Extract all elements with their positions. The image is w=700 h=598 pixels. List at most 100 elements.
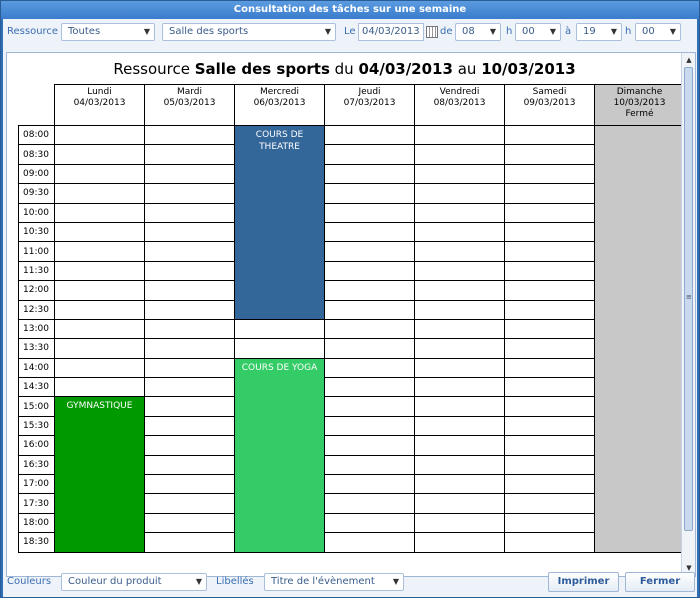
time-slot-cell[interactable] bbox=[324, 357, 415, 379]
time-slot-cell[interactable] bbox=[414, 474, 505, 495]
time-slot-cell[interactable] bbox=[504, 318, 595, 340]
time-slot-cell[interactable] bbox=[504, 493, 595, 514]
event-block[interactable]: GYMNASTIQUE bbox=[54, 396, 145, 553]
start-hour-select[interactable]: 08 ▼ bbox=[455, 23, 501, 41]
time-slot-cell[interactable] bbox=[414, 260, 505, 282]
couleurs-select[interactable]: Couleur du produit ▼ bbox=[61, 573, 207, 591]
time-slot-cell[interactable] bbox=[144, 280, 235, 301]
time-slot-cell[interactable] bbox=[324, 299, 415, 320]
time-slot-cell[interactable] bbox=[504, 415, 595, 437]
calendar-icon[interactable] bbox=[426, 26, 438, 38]
time-slot-cell[interactable] bbox=[54, 299, 145, 320]
time-slot-cell[interactable] bbox=[414, 512, 505, 534]
time-slot-cell[interactable] bbox=[54, 163, 145, 185]
time-slot-cell[interactable] bbox=[414, 377, 505, 398]
time-slot-cell[interactable] bbox=[54, 338, 145, 359]
time-slot-cell[interactable] bbox=[414, 124, 505, 146]
time-slot-cell[interactable] bbox=[414, 221, 505, 243]
time-slot-cell[interactable] bbox=[144, 241, 235, 262]
time-slot-cell[interactable] bbox=[144, 299, 235, 320]
time-slot-cell[interactable] bbox=[504, 163, 595, 185]
time-slot-cell[interactable] bbox=[414, 280, 505, 301]
time-slot-cell[interactable] bbox=[414, 493, 505, 514]
time-slot-cell[interactable] bbox=[54, 221, 145, 243]
time-slot-cell[interactable] bbox=[414, 144, 505, 165]
time-slot-cell[interactable] bbox=[324, 435, 415, 456]
time-slot-cell[interactable] bbox=[324, 221, 415, 243]
time-slot-cell[interactable] bbox=[54, 241, 145, 262]
time-slot-cell[interactable] bbox=[324, 163, 415, 185]
start-minute-select[interactable]: 00 ▼ bbox=[515, 23, 561, 41]
time-slot-cell[interactable] bbox=[144, 124, 235, 146]
time-slot-cell[interactable] bbox=[504, 512, 595, 534]
time-slot-cell[interactable] bbox=[54, 144, 145, 165]
time-slot-cell[interactable] bbox=[414, 357, 505, 379]
time-slot-cell[interactable] bbox=[144, 318, 235, 340]
time-slot-cell[interactable] bbox=[504, 299, 595, 320]
time-slot-cell[interactable] bbox=[504, 144, 595, 165]
time-slot-cell[interactable] bbox=[144, 415, 235, 437]
libelles-select[interactable]: Titre de l'évènement ▼ bbox=[264, 573, 404, 591]
print-button[interactable]: Imprimer bbox=[548, 572, 619, 592]
time-slot-cell[interactable] bbox=[144, 493, 235, 514]
time-slot-cell[interactable] bbox=[414, 318, 505, 340]
time-slot-cell[interactable] bbox=[414, 202, 505, 223]
time-slot-cell[interactable] bbox=[414, 454, 505, 476]
time-slot-cell[interactable] bbox=[54, 260, 145, 282]
time-slot-cell[interactable] bbox=[324, 532, 415, 553]
time-slot-cell[interactable] bbox=[324, 124, 415, 146]
time-slot-cell[interactable] bbox=[414, 241, 505, 262]
time-slot-cell[interactable] bbox=[504, 183, 595, 204]
time-slot-cell[interactable] bbox=[414, 299, 505, 320]
time-slot-cell[interactable] bbox=[504, 532, 595, 553]
vertical-scrollbar[interactable]: ▲ ≡ ▼ bbox=[681, 53, 695, 576]
time-slot-cell[interactable] bbox=[504, 260, 595, 282]
time-slot-cell[interactable] bbox=[144, 377, 235, 398]
time-slot-cell[interactable] bbox=[414, 532, 505, 553]
time-slot-cell[interactable] bbox=[324, 318, 415, 340]
time-slot-cell[interactable] bbox=[144, 474, 235, 495]
time-slot-cell[interactable] bbox=[414, 338, 505, 359]
time-slot-cell[interactable] bbox=[324, 241, 415, 262]
time-slot-cell[interactable] bbox=[54, 280, 145, 301]
time-slot-cell[interactable] bbox=[144, 435, 235, 456]
time-slot-cell[interactable] bbox=[504, 124, 595, 146]
time-slot-cell[interactable] bbox=[234, 338, 325, 359]
time-slot-cell[interactable] bbox=[54, 124, 145, 146]
time-slot-cell[interactable] bbox=[144, 532, 235, 553]
scrollbar-thumb[interactable]: ≡ bbox=[684, 67, 693, 531]
ressource-type-select[interactable]: Toutes ▼ bbox=[61, 23, 155, 41]
time-slot-cell[interactable] bbox=[504, 435, 595, 456]
end-minute-select[interactable]: 00 ▼ bbox=[635, 23, 681, 41]
time-slot-cell[interactable] bbox=[144, 221, 235, 243]
time-slot-cell[interactable] bbox=[324, 493, 415, 514]
time-slot-cell[interactable] bbox=[504, 280, 595, 301]
time-slot-cell[interactable] bbox=[54, 318, 145, 340]
time-slot-cell[interactable] bbox=[54, 357, 145, 379]
time-slot-cell[interactable] bbox=[234, 318, 325, 340]
time-slot-cell[interactable] bbox=[324, 415, 415, 437]
time-slot-cell[interactable] bbox=[144, 183, 235, 204]
time-slot-cell[interactable] bbox=[144, 163, 235, 185]
time-slot-cell[interactable] bbox=[144, 202, 235, 223]
time-slot-cell[interactable] bbox=[144, 454, 235, 476]
time-slot-cell[interactable] bbox=[144, 357, 235, 379]
time-slot-cell[interactable] bbox=[144, 260, 235, 282]
time-slot-cell[interactable] bbox=[144, 396, 235, 417]
time-slot-cell[interactable] bbox=[324, 454, 415, 476]
time-slot-cell[interactable] bbox=[324, 338, 415, 359]
time-slot-cell[interactable] bbox=[414, 415, 505, 437]
end-hour-select[interactable]: 19 ▼ bbox=[576, 23, 622, 41]
event-block[interactable]: COURS DE YOGA bbox=[234, 357, 325, 553]
time-slot-cell[interactable] bbox=[504, 338, 595, 359]
time-slot-cell[interactable] bbox=[54, 377, 145, 398]
time-slot-cell[interactable] bbox=[324, 202, 415, 223]
time-slot-cell[interactable] bbox=[144, 338, 235, 359]
scroll-up-icon[interactable]: ▲ bbox=[683, 54, 695, 66]
ressource-name-select[interactable]: Salle des sports ▼ bbox=[162, 23, 336, 41]
time-slot-cell[interactable] bbox=[504, 221, 595, 243]
time-slot-cell[interactable] bbox=[144, 512, 235, 534]
time-slot-cell[interactable] bbox=[414, 435, 505, 456]
time-slot-cell[interactable] bbox=[504, 377, 595, 398]
time-slot-cell[interactable] bbox=[414, 163, 505, 185]
